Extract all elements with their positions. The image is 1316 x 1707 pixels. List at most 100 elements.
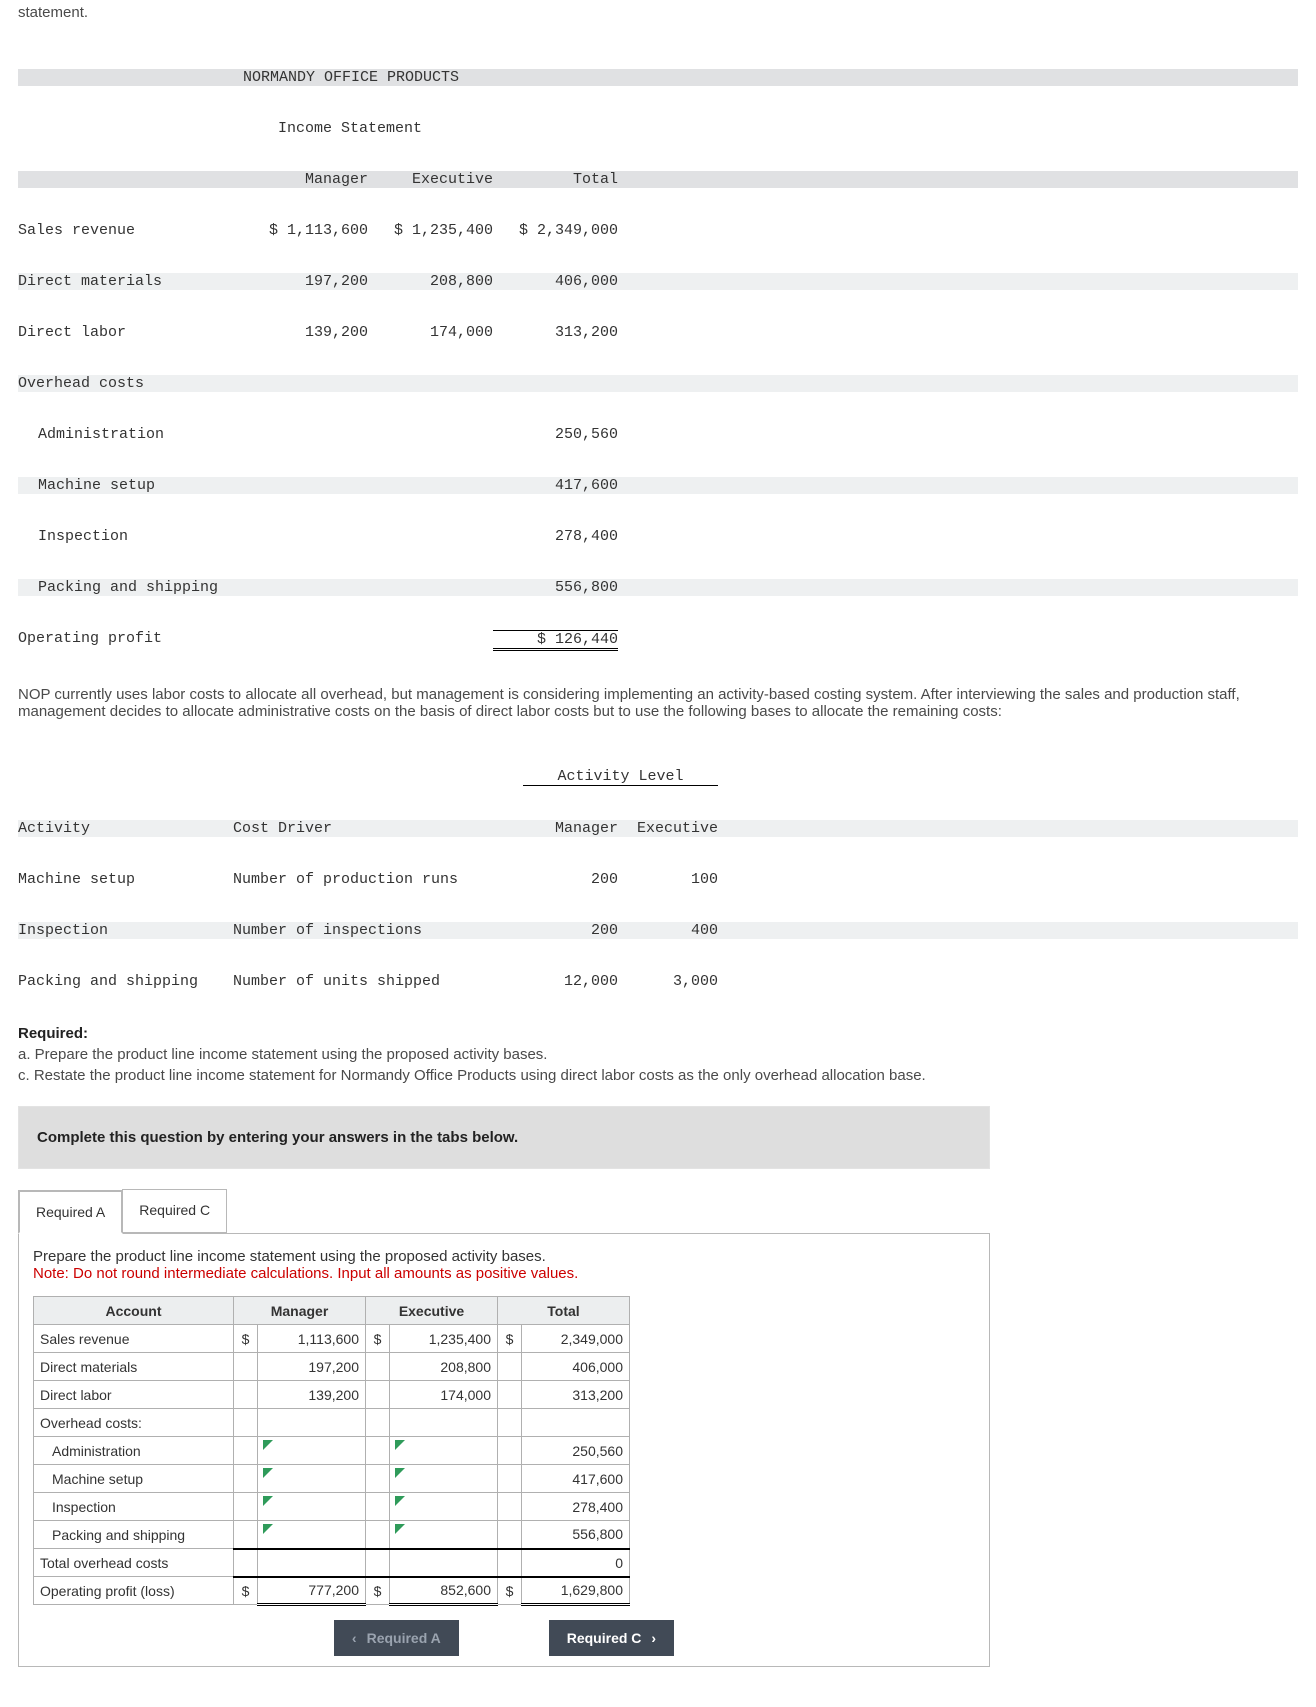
col-total: Total — [493, 171, 618, 188]
table-row: Sales revenue $ 1,113,600 $ 1,235,400 $ … — [34, 1325, 630, 1353]
input-cell[interactable] — [390, 1521, 498, 1549]
input-cell[interactable]: 1,113,600 — [258, 1325, 366, 1353]
input-cell[interactable] — [390, 1465, 498, 1493]
acct-label: Direct labor — [34, 1381, 234, 1409]
validated-icon — [395, 1440, 405, 1450]
cell: Number of units shipped — [233, 973, 523, 990]
income-title: NORMANDY OFFICE PRODUCTS — [243, 69, 618, 86]
input-cell[interactable]: 313,200 — [522, 1381, 630, 1409]
table-row: Packing and shipping 556,800 — [34, 1521, 630, 1549]
prev-label: Required A — [367, 1630, 441, 1646]
input-cell[interactable]: 556,800 — [522, 1521, 630, 1549]
chevron-right-icon: › — [651, 1630, 656, 1646]
row-label: Direct materials — [18, 273, 243, 290]
input-cell[interactable]: 278,400 — [522, 1493, 630, 1521]
input-cell[interactable]: 208,800 — [390, 1353, 498, 1381]
input-cell[interactable] — [390, 1409, 498, 1437]
row-label: Overhead costs — [18, 375, 243, 392]
input-cell[interactable] — [522, 1409, 630, 1437]
validated-icon — [263, 1440, 273, 1450]
cell: 406,000 — [493, 273, 618, 290]
calc-cell: 0 — [522, 1549, 630, 1577]
input-cell[interactable]: 139,200 — [258, 1381, 366, 1409]
validated-icon — [263, 1468, 273, 1478]
tab-row: Required A Required C — [18, 1189, 990, 1233]
th-executive: Executive — [366, 1297, 498, 1325]
validated-icon — [395, 1524, 405, 1534]
acct-label: Administration — [34, 1437, 234, 1465]
table-row: Operating profit (loss) $ 777,200 $ 852,… — [34, 1577, 630, 1605]
table-row: Total overhead costs 0 — [34, 1549, 630, 1577]
col-activity: Activity — [18, 820, 233, 837]
calc-cell — [258, 1549, 366, 1577]
input-cell[interactable]: 197,200 — [258, 1353, 366, 1381]
input-cell[interactable] — [258, 1465, 366, 1493]
tab-required-a[interactable]: Required A — [18, 1190, 123, 1234]
nav-row: ‹ Required A Required C › — [33, 1620, 975, 1656]
cell: 278,400 — [493, 528, 618, 545]
input-cell[interactable]: 417,600 — [522, 1465, 630, 1493]
row-label: Administration — [18, 426, 243, 443]
cell: Number of inspections — [233, 922, 523, 939]
dollar-sign: $ — [498, 1577, 522, 1605]
cell: $ 1,113,600 — [243, 222, 368, 239]
required-c: c. Restate the product line income state… — [18, 1067, 926, 1084]
answer-table: Account Manager Executive Total Sales re… — [33, 1296, 630, 1606]
table-row: Direct materials 197,200 208,800 406,000 — [34, 1353, 630, 1381]
input-cell[interactable]: 174,000 — [390, 1381, 498, 1409]
cell: $ 2,349,000 — [493, 222, 618, 239]
row-label: Operating profit — [18, 630, 243, 651]
tab-prompt: Prepare the product line income statemen… — [33, 1248, 975, 1265]
input-cell[interactable] — [258, 1437, 366, 1465]
acct-label: Overhead costs: — [34, 1409, 234, 1437]
acct-label: Inspection — [34, 1493, 234, 1521]
activity-level-header: Activity Level — [523, 768, 718, 786]
acct-label: Machine setup — [34, 1465, 234, 1493]
cell: 12,000 — [523, 973, 618, 990]
tab-note: Note: Do not round intermediate calculat… — [33, 1265, 975, 1282]
input-cell[interactable]: 2,349,000 — [522, 1325, 630, 1353]
input-cell[interactable]: 406,000 — [522, 1353, 630, 1381]
cell: 174,000 — [368, 324, 493, 341]
input-cell[interactable] — [390, 1493, 498, 1521]
tab-required-c[interactable]: Required C — [122, 1189, 227, 1233]
validated-icon — [263, 1524, 273, 1534]
cell: $ 1,235,400 — [368, 222, 493, 239]
required-a: a. Prepare the product line income state… — [18, 1046, 547, 1063]
col-executive: Executive — [618, 820, 718, 837]
input-cell[interactable]: 250,560 — [522, 1437, 630, 1465]
input-cell[interactable] — [390, 1437, 498, 1465]
cell: Machine setup — [18, 871, 233, 888]
calc-cell: 777,200 — [258, 1577, 366, 1605]
table-row: Direct labor 139,200 174,000 313,200 — [34, 1381, 630, 1409]
acct-label: Direct materials — [34, 1353, 234, 1381]
row-label: Inspection — [18, 528, 243, 545]
tab-body: Prepare the product line income statemen… — [18, 1233, 990, 1667]
input-cell[interactable] — [258, 1409, 366, 1437]
row-label: Sales revenue — [18, 222, 243, 239]
validated-icon — [395, 1468, 405, 1478]
prev-button[interactable]: ‹ Required A — [334, 1620, 459, 1656]
th-manager: Manager — [234, 1297, 366, 1325]
input-cell[interactable]: 1,235,400 — [390, 1325, 498, 1353]
row-label: Packing and shipping — [18, 579, 243, 596]
acct-label: Operating profit (loss) — [34, 1577, 234, 1605]
cell: 250,560 — [493, 426, 618, 443]
next-label: Required C — [567, 1630, 642, 1646]
table-row: Machine setup 417,600 — [34, 1465, 630, 1493]
validated-icon — [395, 1496, 405, 1506]
cell: 200 — [523, 922, 618, 939]
input-cell[interactable] — [258, 1493, 366, 1521]
table-row: Inspection 278,400 — [34, 1493, 630, 1521]
cell: 208,800 — [368, 273, 493, 290]
required-title: Required: — [18, 1025, 88, 1042]
income-statement: NORMANDY OFFICE PRODUCTS Income Statemen… — [18, 35, 1298, 668]
cell: Inspection — [18, 922, 233, 939]
dollar-sign: $ — [366, 1577, 390, 1605]
col-manager: Manager — [523, 820, 618, 837]
cell: 100 — [618, 871, 718, 888]
next-button[interactable]: Required C › — [549, 1620, 674, 1656]
input-cell[interactable] — [258, 1521, 366, 1549]
validated-icon — [263, 1496, 273, 1506]
col-manager: Manager — [243, 171, 368, 188]
